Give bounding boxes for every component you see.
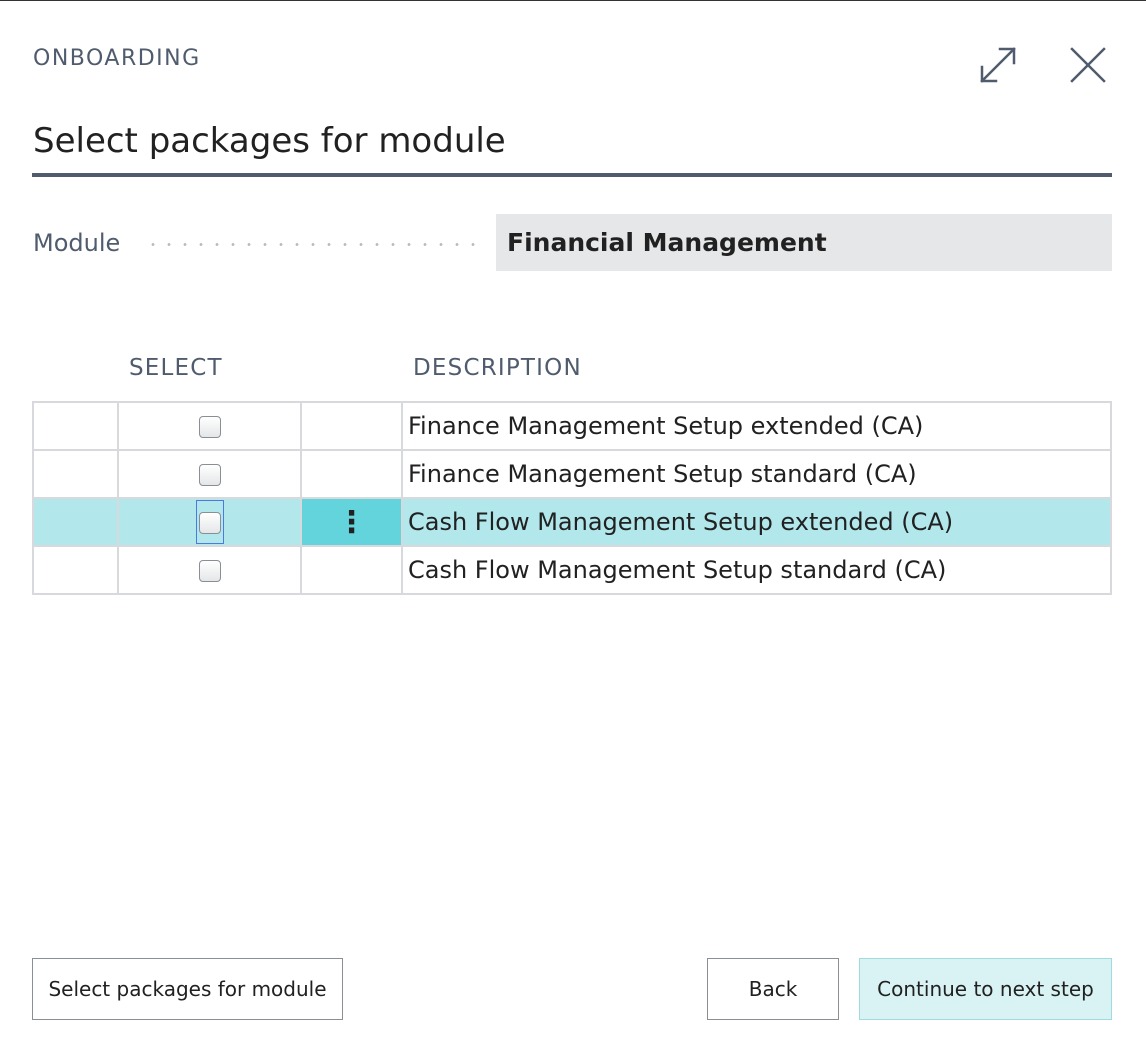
close-icon-graphic — [1070, 47, 1106, 83]
select-checkbox[interactable] — [198, 560, 221, 582]
title-divider — [32, 173, 1112, 177]
table-row-selected[interactable]: ⋮ Cash Flow Management Setup extended (C… — [32, 497, 1112, 547]
dialog-caption: ONBOARDING — [33, 46, 201, 71]
expand-icon-graphic — [980, 47, 1016, 83]
back-button[interactable]: Back — [707, 958, 839, 1020]
select-checkbox[interactable] — [198, 512, 221, 534]
description-cell[interactable]: Finance Management Setup extended (CA) — [401, 401, 1112, 451]
select-cell — [117, 497, 302, 547]
column-header-select[interactable]: SELECT — [129, 355, 223, 381]
module-field-value[interactable]: Financial Management — [496, 214, 1112, 271]
table-row[interactable]: Finance Management Setup standard (CA) — [32, 449, 1112, 499]
description-cell[interactable]: Cash Flow Management Setup extended (CA) — [401, 497, 1112, 547]
continue-button[interactable]: Continue to next step — [859, 958, 1112, 1020]
row-indicator-cell[interactable] — [32, 497, 119, 547]
field-leader-dots — [145, 243, 485, 246]
row-menu-cell[interactable] — [300, 545, 403, 595]
select-checkbox[interactable] — [198, 416, 221, 438]
page-title: Select packages for module — [33, 121, 506, 161]
row-menu-cell[interactable] — [300, 401, 403, 451]
select-checkbox[interactable] — [198, 464, 221, 486]
onboarding-dialog: ONBOARDING Select packages for module Mo… — [0, 0, 1146, 1050]
select-packages-button[interactable]: Select packages for module — [32, 958, 343, 1020]
column-header-description[interactable]: DESCRIPTION — [413, 355, 582, 381]
row-indicator-cell[interactable] — [32, 449, 119, 499]
select-cell — [117, 401, 302, 451]
description-cell[interactable]: Cash Flow Management Setup standard (CA) — [401, 545, 1112, 595]
expand-icon[interactable] — [974, 41, 1022, 89]
checkbox-focus-ring — [195, 500, 224, 544]
select-cell — [117, 545, 302, 595]
row-menu-cell[interactable]: ⋮ — [300, 497, 403, 547]
table-row[interactable]: Finance Management Setup extended (CA) — [32, 401, 1112, 451]
description-cell[interactable]: Finance Management Setup standard (CA) — [401, 449, 1112, 499]
row-indicator-cell[interactable] — [32, 545, 119, 595]
module-field-value-text: Financial Management — [507, 228, 827, 257]
row-menu-cell[interactable] — [300, 449, 403, 499]
module-field-label: Module — [33, 229, 121, 257]
row-indicator-cell[interactable] — [32, 401, 119, 451]
more-options-icon[interactable]: ⋮ — [302, 499, 401, 545]
close-icon[interactable] — [1064, 41, 1112, 89]
packages-table: Finance Management Setup extended (CA) F… — [32, 401, 1112, 595]
select-cell — [117, 449, 302, 499]
table-row[interactable]: Cash Flow Management Setup standard (CA) — [32, 545, 1112, 595]
